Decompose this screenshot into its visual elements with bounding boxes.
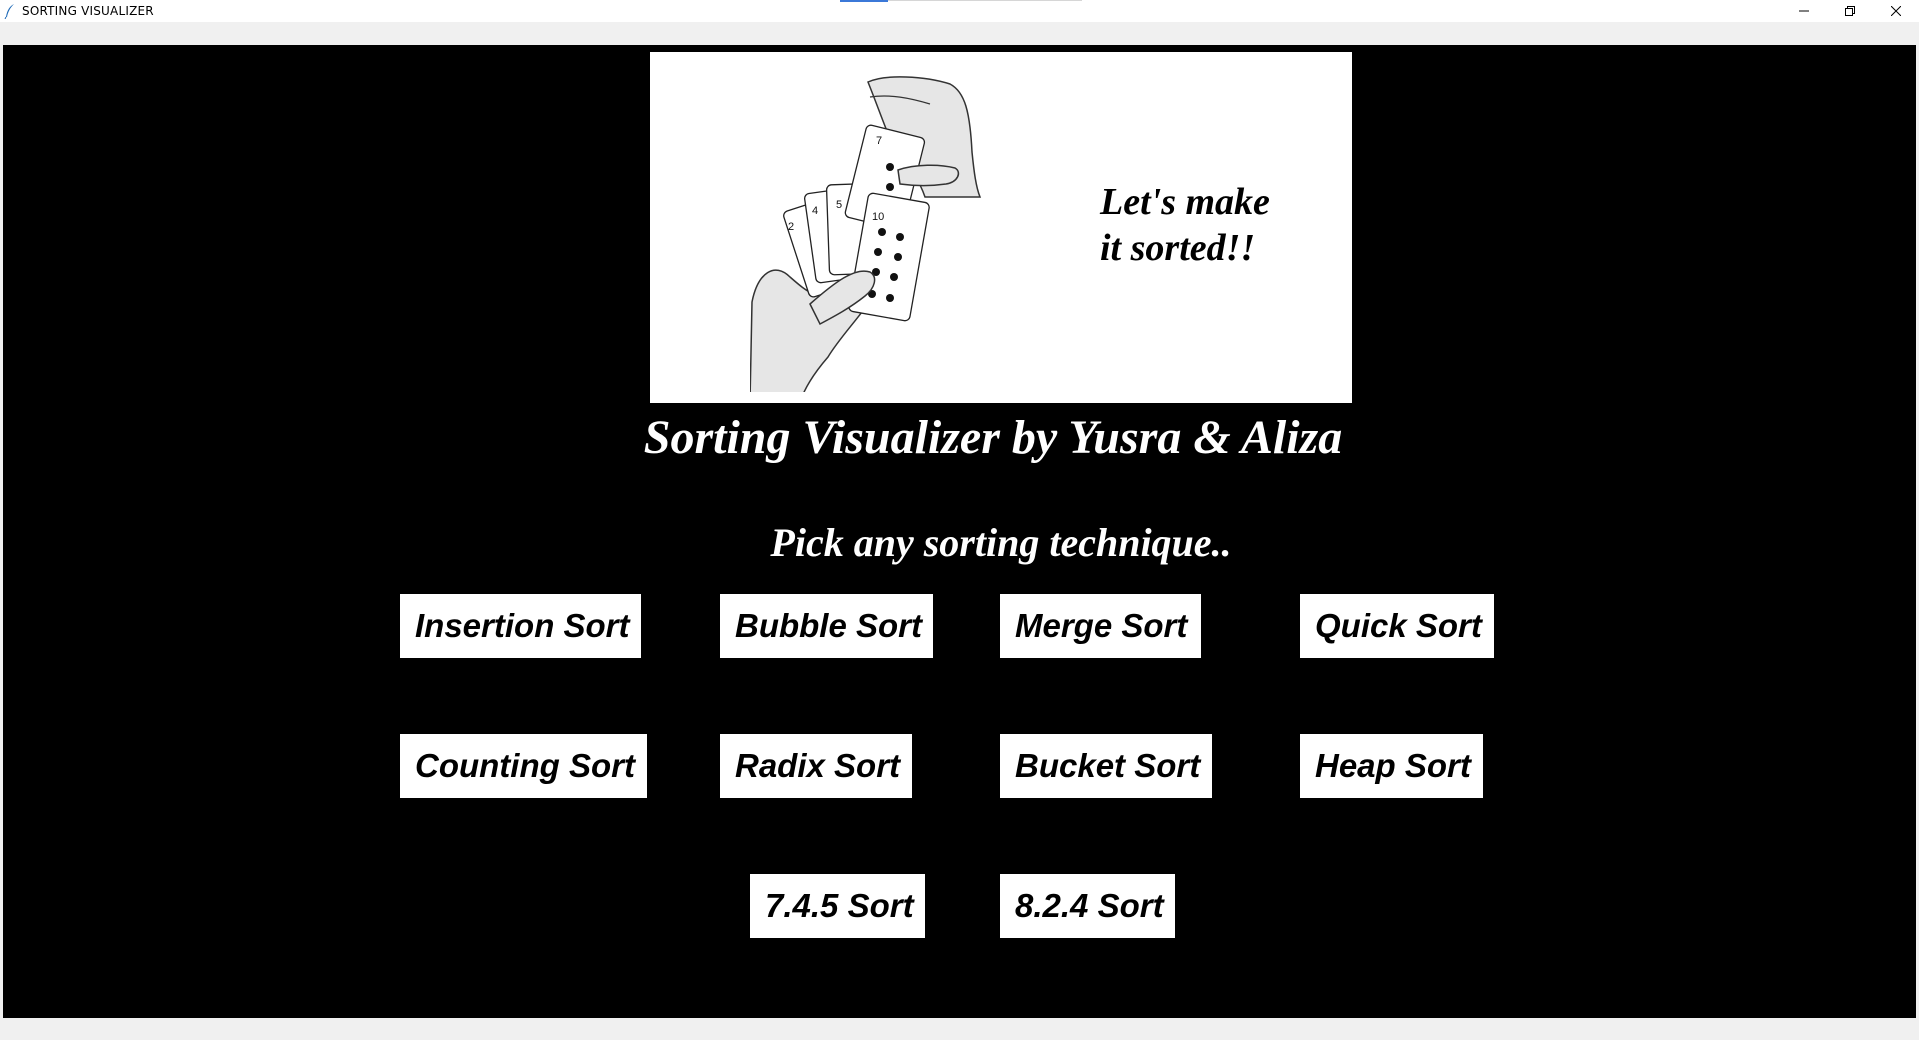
sort-745-button[interactable]: 7.4.5 Sort: [750, 874, 925, 938]
banner-tagline: Let's make it sorted!!: [1100, 181, 1270, 269]
page-title: Sorting Visualizer by Yusra & Aliza: [643, 411, 1343, 464]
svg-text:4: 4: [812, 205, 818, 217]
svg-text:5: 5: [836, 199, 842, 211]
minimize-icon: [1799, 10, 1809, 12]
merge-sort-button[interactable]: Merge Sort: [1000, 594, 1201, 658]
feather-icon: [4, 4, 14, 19]
svg-text:2: 2: [788, 221, 794, 233]
window-titlebar: SORTING VISUALIZER: [0, 0, 1919, 22]
quick-sort-button[interactable]: Quick Sort: [1300, 594, 1494, 658]
page-subtitle: Pick any sorting technique..: [770, 520, 1232, 565]
insertion-sort-button[interactable]: Insertion Sort: [400, 594, 641, 658]
close-button[interactable]: [1873, 0, 1919, 22]
window-title: SORTING VISUALIZER: [22, 4, 154, 18]
heap-sort-button[interactable]: Heap Sort: [1300, 734, 1483, 798]
bucket-sort-button[interactable]: Bucket Sort: [1000, 734, 1212, 798]
hands-holding-playing-cards-image: 2 4 5 7 10: [750, 76, 982, 392]
minimize-button[interactable]: [1781, 0, 1827, 22]
close-icon: [1891, 6, 1901, 16]
svg-text:10: 10: [872, 211, 884, 223]
banner-image: 2 4 5 7 10 Let's make it sorted!!: [650, 52, 1352, 403]
main-canvas: 2 4 5 7 10 Let's make it sorted!! Sortin…: [3, 45, 1916, 1018]
bubble-sort-button[interactable]: Bubble Sort: [720, 594, 933, 658]
counting-sort-button[interactable]: Counting Sort: [400, 734, 647, 798]
sort-824-button[interactable]: 8.2.4 Sort: [1000, 874, 1175, 938]
restore-button[interactable]: [1827, 0, 1873, 22]
restore-icon: [1845, 6, 1855, 16]
window-bottom-frame: [0, 1018, 1919, 1040]
radix-sort-button[interactable]: Radix Sort: [720, 734, 912, 798]
taskbar-focus-indicator: [840, 0, 888, 2]
window-frame-gap: [0, 22, 1919, 45]
svg-text:7: 7: [876, 135, 882, 147]
taskbar-focus-indicator-track: [888, 0, 1082, 1]
